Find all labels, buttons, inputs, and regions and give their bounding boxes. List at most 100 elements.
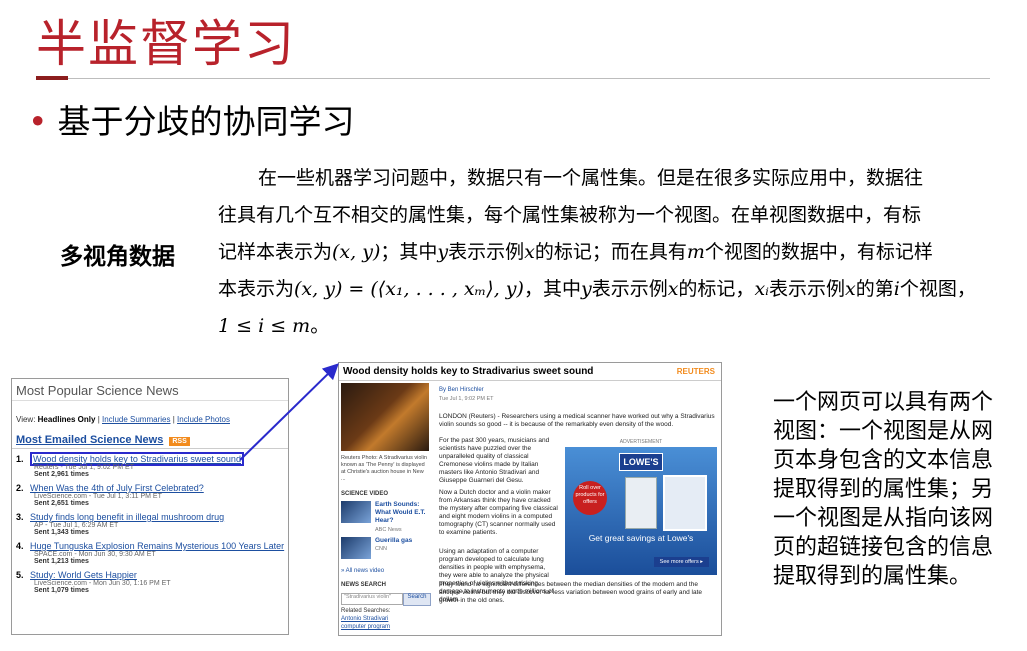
panel-header: Most Popular Science News [12,379,288,401]
news-number: 2. [16,483,24,493]
article-page-screenshot: Wood density holds key to Stradivarius s… [338,362,722,636]
video-source: CNN [375,546,387,552]
para-text: ，其中 [523,278,581,300]
para-text: 的第 [855,278,894,300]
math-expr: x [524,241,535,263]
ad-banner[interactable]: LOWE'S Roll over products for offers Get… [565,447,717,575]
math-expr: (x, y) [332,241,381,263]
news-sent-count: Sent 1,213 times [34,558,89,565]
news-search-input[interactable]: "Stradivarius violin" [341,593,403,605]
news-number: 5. [16,570,24,580]
most-popular-news-screenshot: Most Popular Science News View: Headline… [11,378,289,635]
news-search-heading: NEWS SEARCH [341,582,387,588]
para-line-5: 1 ≤ i ≤ m。 [218,308,1008,345]
news-item: 1. Wood density holds key to Stradivarius… [16,452,288,478]
title-divider [68,78,990,79]
math-expr: (x, y) = (⟨x₁, . . . , xₘ⟩, y) [294,278,524,300]
article-paragraph: Now a Dutch doctor and a violin maker fr… [439,489,558,536]
ad-label: ADVERTISEMENT [619,439,663,445]
science-video-heading: SCIENCE VIDEO [341,491,389,497]
view-prefix: View: [16,415,36,424]
news-meta: SPACE.com - Mon Jun 30, 9:30 AM ET [34,551,156,558]
news-number: 1. [16,454,24,464]
include-summaries-link[interactable]: Include Summaries [102,415,170,424]
definition-paragraph: 在一些机器学习问题中，数据只有一个属性集。但是在很多实际应用中，数据往 往具有几… [218,160,1008,345]
video-link[interactable]: Guerilla gas [375,537,429,545]
article-lead: LONDON (Reuters) - Researchers using a m… [439,413,715,428]
news-headline-link[interactable]: Study finds long benefit in illegal mush… [30,512,224,522]
news-number: 4. [16,541,24,551]
para-text: 个视图的数据中，有标记样 [704,241,933,263]
para-text: 表示示例 [591,278,668,300]
related-link[interactable]: computer program [341,624,390,630]
para-text: 个视图， [899,278,976,300]
math-expr: x [667,278,679,300]
para-line-2: 往具有几个互不相交的属性集，每个属性集被称为一个视图。在单视图数据中，有标 [218,204,922,226]
news-sent-count: Sent 2,961 times [34,471,89,478]
bullet-heading: • 基于分歧的协同学习 [28,95,354,143]
most-emailed-label: Most Emailed Science News [16,434,164,446]
lowes-logo: LOWE'S [619,453,663,471]
two-views-explanation: 一个网页可以具有两个视图：一个视图是从网页本身包含的文本信息提取得到的属性集；另… [773,390,994,589]
para-text: 。 [310,315,330,337]
bullet-dot-icon: • [28,102,48,141]
see-more-offers-button[interactable]: See more offers ▸ [653,557,709,567]
view-headlines: Headlines Only [37,415,96,424]
video-thumbnail[interactable] [341,501,371,523]
fridge-image [625,477,657,529]
math-expr: m [686,241,705,263]
para-line-3: 记样本表示为(x, y)；其中y表示示例x的标记；而在具有m个视图的数据中，有标… [218,234,1008,271]
rss-badge[interactable]: RSS [169,437,190,446]
news-list: 1. Wood density holds key to Stradivarius… [12,452,288,594]
video-source: ABC News [375,527,402,533]
rollover-badge: Roll over products for offers [573,481,607,515]
news-item: 3. Study finds long benefit in illegal mu… [16,512,288,536]
news-meta: AP - Tue Jul 1, 6:29 AM ET [34,522,119,529]
news-headline-link[interactable]: Huge Tunguska Explosion Remains Mysterio… [30,541,284,551]
news-item: 2. When Was the 4th of July First Celebra… [16,483,288,507]
para-text: 表示示例 [448,241,525,263]
side-label: 多视角数据 [60,244,175,270]
view-sep: | [97,415,100,424]
bullet-text: 基于分歧的协同学习 [57,102,355,141]
article-byline[interactable]: By Ben Hirschler [439,387,484,393]
article-paragraph: They found no significant differences be… [439,581,703,604]
news-item: 4. Huge Tunguska Explosion Remains Myster… [16,541,288,565]
photo-caption: Reuters Photo: A Stradivarius violin kno… [341,455,427,482]
para-text: 记样本表示为 [218,241,333,263]
news-meta: LiveScience.com - Mon Jun 30, 1:16 PM ET [34,580,171,587]
most-emailed-heading[interactable]: Most Emailed Science News RSS [12,428,288,449]
search-button[interactable]: Search [403,593,431,606]
slide-title: 半监督学习 [36,15,296,73]
lowes-advertisement[interactable]: ADVERTISEMENT LOWE'S Roll over products … [565,439,717,575]
para-text: 本表示为 [218,278,295,300]
related-link[interactable]: Antonio Stradivari [341,616,388,622]
window-image [663,475,707,531]
reuters-logo: REUTERS [676,367,715,376]
news-sent-count: Sent 1,343 times [34,529,89,536]
math-expr: y [580,278,592,300]
related-searches: Related Searches: Antonio Stradivari com… [341,607,390,631]
violin-photo[interactable] [341,383,429,451]
news-sent-count: Sent 1,079 times [34,587,89,594]
video-thumbnail[interactable] [341,537,371,559]
all-news-video-link[interactable]: » All news video [341,568,384,574]
math-expr: y [437,241,449,263]
news-headline-link[interactable]: Study: World Gets Happier [30,570,137,580]
news-sent-count: Sent 2,651 times [34,500,89,507]
article-date: Tue Jul 1, 9:02 PM ET [439,396,494,402]
video-link[interactable]: Earth Sounds: What Would E.T. Hear? [375,501,429,525]
news-number: 3. [16,512,24,522]
para-text: 的标记， [678,278,755,300]
para-line-4: 本表示为(x, y) = (⟨x₁, . . . , xₘ⟩, y)，其中y表示… [218,271,1008,308]
include-photos-link[interactable]: Include Photos [177,415,230,424]
news-headline-link[interactable]: When Was the 4th of July First Celebrate… [30,483,204,493]
para-text: ；其中 [380,241,438,263]
math-expr: xᵢ [754,278,769,300]
article-paragraph: For the past 300 years, musicians and sc… [439,437,550,484]
view-options: View: Headlines Only | Include Summaries… [12,401,288,428]
view-sep: | [172,415,175,424]
para-text: 表示示例 [768,278,845,300]
para-text: 的标记；而在具有 [534,241,687,263]
news-item: 5. Study: World Gets Happier LiveScience.… [16,570,288,594]
